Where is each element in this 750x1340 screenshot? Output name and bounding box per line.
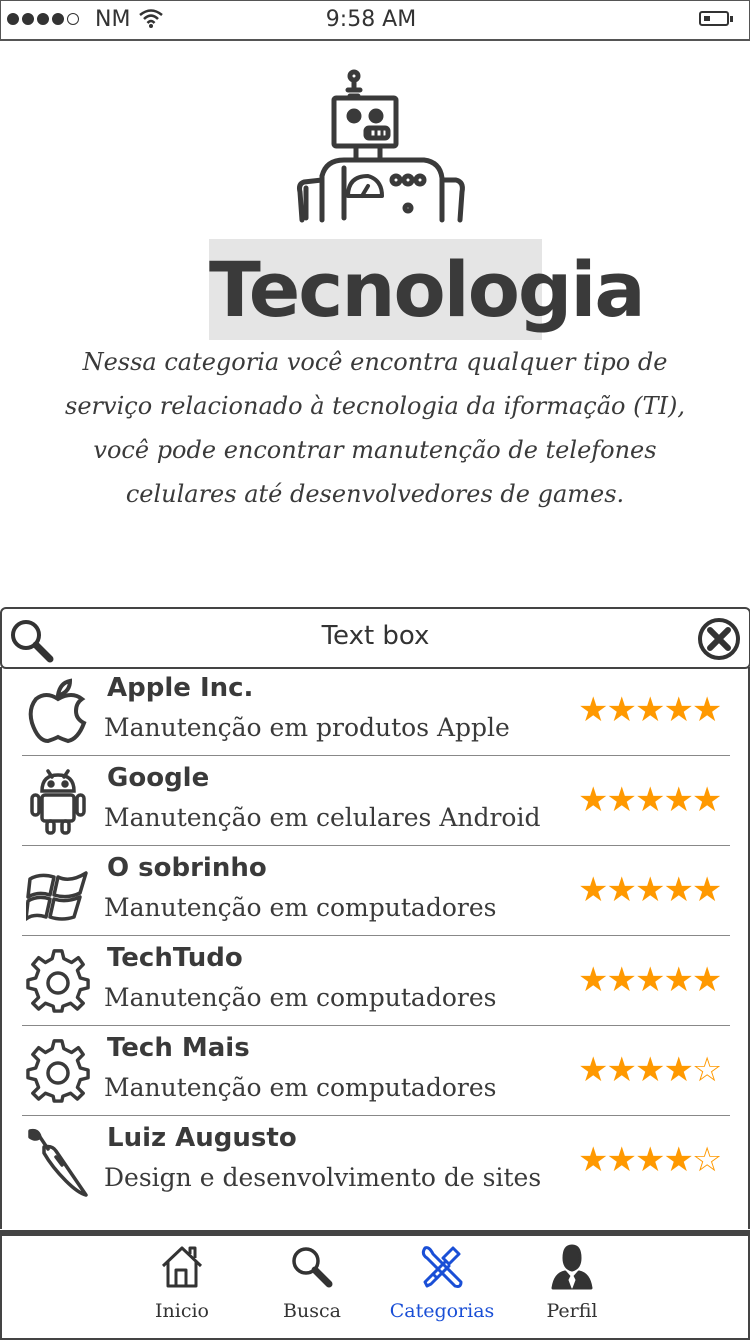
star-rating: ★★★★★ [578, 690, 722, 730]
windows-icon [24, 857, 90, 925]
tab-inicio[interactable]: Inicio [127, 1244, 237, 1322]
list-item[interactable]: Luiz Augusto Design e desenvolvimento de… [22, 1117, 730, 1205]
list-item-subtitle: Design e desenvolvimento de sites [104, 1163, 542, 1192]
list-item-name: Luiz Augusto [107, 1123, 297, 1153]
battery-icon [699, 11, 733, 26]
list-item-name: TechTudo [107, 943, 243, 973]
tab-categorias[interactable]: Categorias [387, 1244, 497, 1322]
tab-label: Perfil [546, 1300, 598, 1322]
list-item[interactable]: Apple Inc. Manutenção em produtos Apple … [22, 667, 730, 756]
clear-icon[interactable] [697, 617, 741, 665]
battery-level [704, 16, 710, 21]
list-item-name: Tech Mais [107, 1033, 250, 1063]
star-rating: ★★★★★ [578, 960, 722, 1000]
tab-label: Categorias [389, 1300, 495, 1322]
robot-icon [296, 68, 468, 228]
tab-label: Busca [283, 1300, 341, 1322]
tab-bar: Inicio Busca Categorias Perfil [0, 1230, 750, 1340]
star-rating: ★★★★☆ [578, 1140, 722, 1180]
list-item-subtitle: Manutenção em produtos Apple [104, 713, 510, 742]
star-rating: ★★★★★ [578, 780, 722, 820]
gear-icon [26, 947, 90, 1015]
page-title: Tecnologia [209, 245, 646, 334]
profile-icon [549, 1244, 595, 1290]
home-icon [159, 1244, 205, 1290]
list-item[interactable]: O sobrinho Manutenção em computadores ★★… [22, 847, 730, 936]
list-item-subtitle: Manutenção em computadores [104, 1073, 497, 1102]
results-list: Apple Inc. Manutenção em produtos Apple … [0, 667, 750, 1229]
search-box[interactable]: Text box [0, 607, 750, 669]
search-icon [289, 1244, 335, 1290]
tab-label: Inicio [155, 1300, 209, 1322]
list-item[interactable]: Google Manutenção em celulares Android ★… [22, 757, 730, 846]
tools-icon [419, 1244, 465, 1290]
list-item-name: O sobrinho [107, 853, 267, 883]
search-input[interactable]: Text box [2, 621, 749, 651]
star-rating: ★★★★☆ [578, 1050, 722, 1090]
category-description: Nessa categoria você encontra qualquer t… [65, 348, 685, 508]
list-item[interactable]: Tech Mais Manutenção em computadores ★★★… [22, 1027, 730, 1116]
list-item-name: Apple Inc. [107, 673, 254, 703]
apple-icon [26, 677, 90, 745]
tab-perfil[interactable]: Perfil [517, 1244, 627, 1322]
clock: 9:58 AM [325, 7, 417, 32]
tab-busca[interactable]: Busca [257, 1244, 367, 1322]
status-bar: NM 9:58 AM [0, 0, 750, 41]
gear-icon [26, 1037, 90, 1105]
list-item-subtitle: Manutenção em computadores [104, 893, 497, 922]
star-rating: ★★★★★ [578, 870, 722, 910]
list-item-name: Google [107, 763, 210, 793]
list-item[interactable]: TechTudo Manutenção em computadores ★★★★… [22, 937, 730, 1026]
android-icon [26, 767, 90, 835]
list-item-subtitle: Manutenção em celulares Android [104, 803, 541, 832]
paintbrush-icon [26, 1127, 90, 1197]
list-item-subtitle: Manutenção em computadores [104, 983, 497, 1012]
